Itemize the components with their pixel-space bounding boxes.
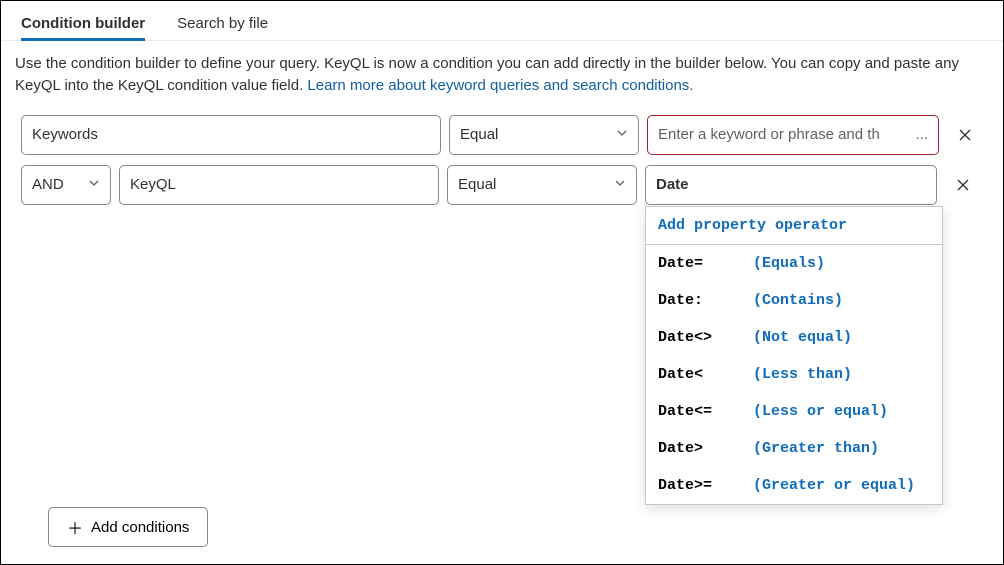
dropdown-item-key: Date> bbox=[658, 440, 753, 457]
dropdown-item-key: Date= bbox=[658, 255, 753, 272]
dropdown-item[interactable]: Date< (Less than) bbox=[646, 356, 942, 393]
operator-select[interactable]: Equal bbox=[447, 165, 637, 205]
operator-select[interactable]: Equal bbox=[449, 115, 639, 155]
dropdown-item-key: Date<= bbox=[658, 403, 753, 420]
dropdown-item-desc: (Greater than) bbox=[753, 440, 879, 457]
add-conditions-label: Add conditions bbox=[91, 519, 189, 536]
condition-row-1: Keywords Equal ... bbox=[21, 115, 983, 155]
property-value: KeyQL bbox=[130, 176, 176, 193]
chevron-down-icon bbox=[88, 177, 100, 192]
plus-icon: ＋ bbox=[67, 515, 83, 539]
dropdown-item-desc: (Greater or equal) bbox=[753, 477, 915, 494]
tab-condition-builder[interactable]: Condition builder bbox=[21, 9, 145, 40]
property-select[interactable]: Keywords bbox=[21, 115, 441, 155]
dropdown-item-key: Date<> bbox=[658, 329, 753, 346]
close-icon bbox=[955, 177, 971, 193]
tabs: Condition builder Search by file bbox=[1, 1, 1003, 41]
dropdown-item-key: Date: bbox=[658, 292, 753, 309]
dropdown-item-key: Date< bbox=[658, 366, 753, 383]
dropdown-item-desc: (Contains) bbox=[753, 292, 843, 309]
value-text: Date bbox=[656, 176, 689, 193]
dropdown-item-key: Date>= bbox=[658, 477, 753, 494]
value-input-wrapper[interactable]: Date Add property operator Date= (Equals… bbox=[645, 165, 937, 205]
value-input[interactable] bbox=[658, 126, 915, 143]
dropdown-item[interactable]: Date>= (Greater or equal) bbox=[646, 467, 942, 504]
chevron-down-icon bbox=[616, 127, 628, 142]
dropdown-item[interactable]: Date> (Greater than) bbox=[646, 430, 942, 467]
learn-more-link[interactable]: Learn more about keyword queries and sea… bbox=[307, 77, 693, 94]
tab-search-by-file[interactable]: Search by file bbox=[177, 9, 268, 40]
dropdown-item-desc: (Less than) bbox=[753, 366, 852, 383]
remove-row-button[interactable] bbox=[951, 121, 979, 149]
ellipsis: ... bbox=[915, 126, 928, 143]
dropdown-item-desc: (Equals) bbox=[753, 255, 825, 272]
add-conditions-button[interactable]: ＋ Add conditions bbox=[48, 507, 208, 547]
description: Use the condition builder to define your… bbox=[1, 41, 1003, 115]
dropdown-item[interactable]: Date<= (Less or equal) bbox=[646, 393, 942, 430]
operator-value: Equal bbox=[460, 126, 498, 143]
operator-value: Equal bbox=[458, 176, 496, 193]
autocomplete-dropdown: Add property operator Date= (Equals) Dat… bbox=[645, 206, 943, 505]
close-icon bbox=[957, 127, 973, 143]
property-value: Keywords bbox=[32, 126, 98, 143]
dropdown-item[interactable]: Date: (Contains) bbox=[646, 282, 942, 319]
dropdown-item[interactable]: Date= (Equals) bbox=[646, 245, 942, 282]
value-input-wrapper[interactable]: ... bbox=[647, 115, 939, 155]
dropdown-item[interactable]: Date<> (Not equal) bbox=[646, 319, 942, 356]
condition-row-2: AND KeyQL Equal Date Add property operat… bbox=[21, 165, 983, 205]
dropdown-header: Add property operator bbox=[646, 207, 942, 245]
property-select[interactable]: KeyQL bbox=[119, 165, 439, 205]
logic-value: AND bbox=[32, 176, 64, 193]
remove-row-button[interactable] bbox=[949, 171, 977, 199]
dropdown-item-desc: (Less or equal) bbox=[753, 403, 888, 420]
chevron-down-icon bbox=[614, 177, 626, 192]
dropdown-item-desc: (Not equal) bbox=[753, 329, 852, 346]
logic-select[interactable]: AND bbox=[21, 165, 111, 205]
condition-rows: Keywords Equal ... AND KeyQL Equal bbox=[1, 115, 1003, 205]
